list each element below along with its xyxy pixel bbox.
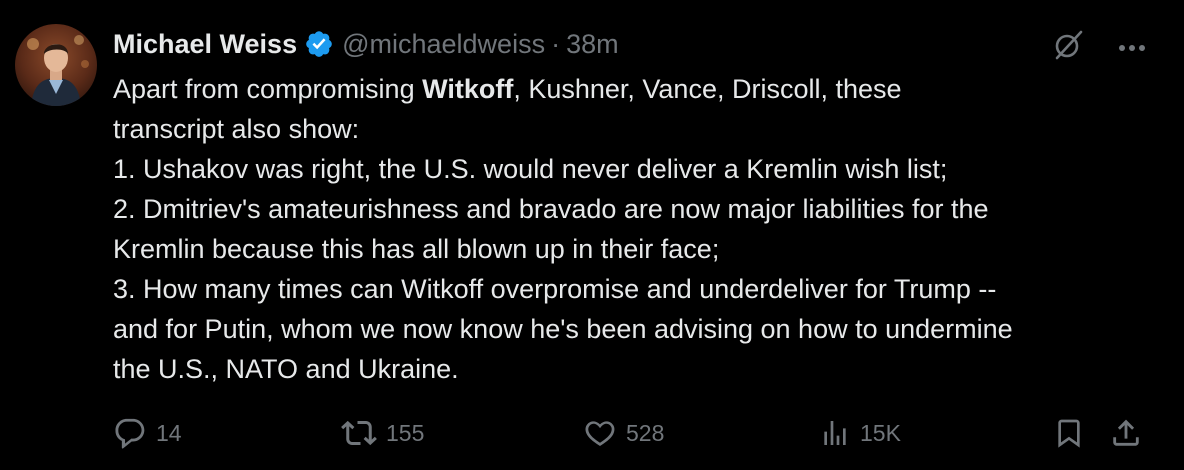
bold-mention: Witkoff [422, 74, 514, 104]
reply-count: 14 [156, 419, 182, 446]
top-right-icons [1052, 28, 1146, 67]
author-name[interactable]: Michael Weiss [113, 29, 297, 60]
tweet-time[interactable]: 38m [566, 29, 619, 60]
tweet-line: the U.S., NATO and Ukraine. [113, 354, 459, 384]
repost-icon [341, 420, 377, 446]
views-button[interactable]: 15K [819, 412, 901, 454]
reply-icon [115, 418, 145, 449]
author-handle[interactable]: @michaeldweiss [342, 29, 545, 60]
tweet-header: Michael Weiss @michaeldweiss · 38m [113, 22, 1153, 66]
verified-badge-icon [304, 29, 334, 59]
like-count: 528 [626, 419, 665, 446]
tweet-line: Kremlin because this has all blown up in… [113, 234, 720, 264]
tweet-line: Apart from compromising Witkoff, Kushner… [113, 74, 902, 104]
share-button[interactable] [1109, 412, 1152, 454]
reply-button[interactable]: 14 [113, 412, 182, 454]
separator-dot: · [551, 28, 561, 59]
tweet-line: 2. Dmitriev's amateurishness and bravado… [113, 194, 989, 224]
like-button[interactable]: 528 [583, 412, 664, 454]
tweet-line: transcript also show: [113, 114, 360, 144]
tweet-actions: 14 155 528 15K [113, 412, 1153, 454]
grok-icon[interactable] [1052, 28, 1086, 67]
tweet-line: 3. How many times can Witkoff overpromis… [113, 274, 997, 304]
tweet: Michael Weiss @michaeldweiss · 38m Apart… [0, 0, 1184, 470]
tweet-text: Apart from compromising Witkoff, Kushner… [113, 69, 1153, 389]
more-icon[interactable] [1118, 39, 1146, 57]
share-icon [1113, 419, 1139, 446]
bookmark-icon [1058, 419, 1080, 448]
avatar[interactable] [15, 24, 97, 106]
views-icon [824, 421, 846, 445]
tweet-line: 1. Ushakov was right, the U.S. would nev… [113, 154, 948, 184]
like-icon [585, 421, 615, 446]
bookmark-button[interactable] [1053, 412, 1094, 454]
repost-count: 155 [386, 419, 425, 446]
tweet-line: and for Putin, whom we now know he's bee… [113, 314, 1013, 344]
views-count: 15K [860, 419, 901, 446]
repost-button[interactable]: 155 [341, 412, 424, 454]
